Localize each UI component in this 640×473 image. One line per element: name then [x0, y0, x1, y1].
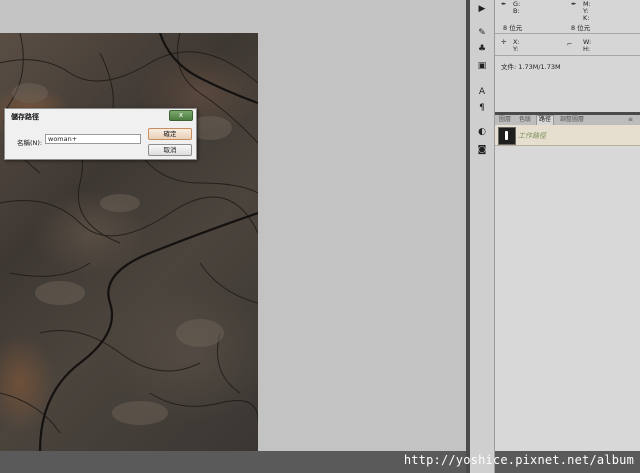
adjustments-icon[interactable]: ◐ — [476, 126, 488, 138]
info-separator-2 — [495, 55, 640, 56]
bit-depth-right: 8 位元 — [571, 24, 591, 32]
info-panel: ✒ G: B: ✒ M: Y: K: 8 位元 8 位元 ✛ X: Y: ⌐ W… — [495, 0, 640, 112]
bit-depth-left: 8 位元 — [503, 24, 523, 32]
history-brush-icon[interactable]: ▣ — [476, 60, 488, 72]
path-name: 工作路徑 — [518, 132, 546, 140]
path-thumbnail — [498, 127, 516, 145]
rock-texture — [0, 33, 258, 451]
k-label: K: — [583, 14, 590, 22]
file-size-info: 文件: 1.73M/1.73M — [501, 63, 561, 71]
character-icon[interactable]: A — [476, 86, 488, 98]
eyedropper-icon-2: ✒ — [571, 0, 577, 8]
brush-icon[interactable]: ✎ — [476, 27, 488, 39]
close-button[interactable]: x — [169, 110, 193, 121]
b-label: B: — [513, 7, 520, 15]
mask-icon[interactable]: ◙ — [476, 144, 488, 156]
clone-stamp-icon[interactable]: ♣ — [476, 43, 488, 55]
cancel-button[interactable]: 取消 — [148, 144, 192, 156]
crosshair-icon: ✛ — [501, 38, 507, 46]
panel-icon-strip: ▶ ✎ ♣ ▣ A ¶ ◐ ◙ — [470, 0, 495, 473]
save-path-dialog: 儲存路徑 x 名稱(N): 確定 取消 — [4, 108, 197, 160]
dialog-title: 儲存路徑 — [11, 113, 39, 121]
paragraph-icon[interactable]: ¶ — [476, 102, 488, 114]
tab-adjustment-layers[interactable]: 調整圖層 — [558, 116, 586, 124]
path-row-work-path[interactable]: 工作路徑 — [495, 125, 640, 146]
tab-layers[interactable]: 圖層 — [497, 116, 513, 124]
ok-button[interactable]: 確定 — [148, 128, 192, 140]
h-label: H: — [583, 45, 591, 53]
status-bar — [0, 451, 466, 473]
y-coord-label: Y: — [513, 45, 519, 53]
size-icon: ⌐ — [567, 40, 573, 48]
play-icon[interactable]: ▶ — [476, 3, 488, 15]
document-canvas[interactable] — [0, 33, 258, 451]
name-label: 名稱(N): — [17, 139, 43, 147]
tab-channels[interactable]: 色版 — [517, 116, 533, 124]
watermark-url: http://yoshice.pixnet.net/album — [403, 453, 634, 467]
paths-panel: 圖層 色版 路徑 調整圖層 ≡ 工作路徑 — [495, 115, 640, 451]
path-name-input[interactable] — [45, 134, 141, 144]
info-separator — [495, 33, 640, 34]
eyedropper-icon: ✒ — [501, 0, 507, 8]
panel-menu-icon[interactable]: ≡ — [626, 116, 635, 124]
